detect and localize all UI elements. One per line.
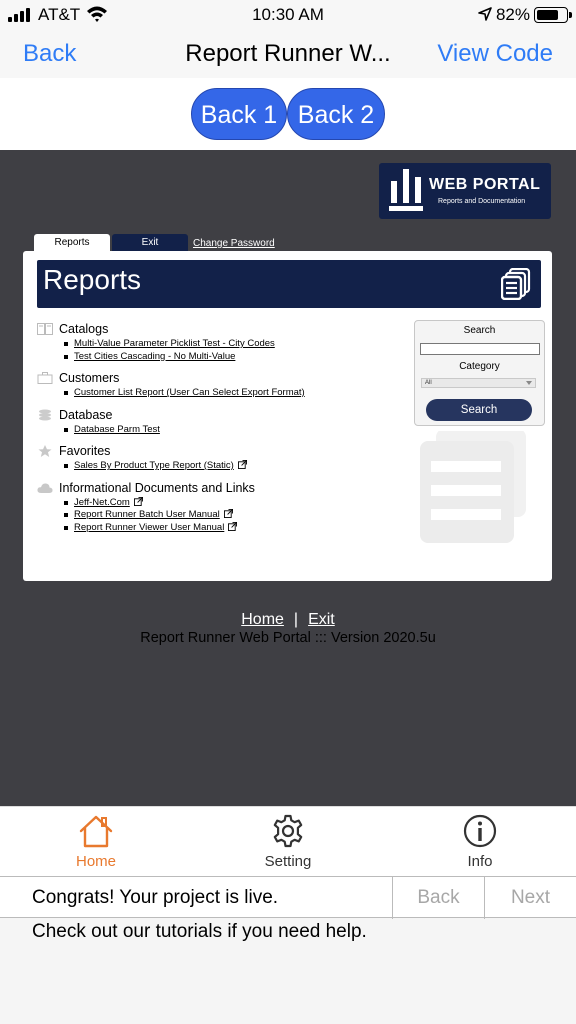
category-customers: Customers Customer List Report (User Can … bbox=[37, 370, 417, 400]
change-password-link[interactable]: Change Password bbox=[193, 238, 275, 249]
search-button[interactable]: Search bbox=[426, 399, 532, 421]
tutorial-banner: Congrats! Your project is live. Back Nex… bbox=[0, 876, 576, 1024]
tab-info[interactable]: Info bbox=[420, 813, 540, 875]
chevron-down-icon bbox=[526, 381, 532, 385]
tutorial-message: Congrats! Your project is live. bbox=[32, 887, 279, 908]
search-label: Search bbox=[463, 325, 496, 336]
report-link[interactable]: Report Runner Viewer User Manual bbox=[63, 521, 417, 535]
report-link-label: Jeff-Net.Com bbox=[74, 496, 130, 508]
reports-heading: Reports bbox=[43, 264, 142, 295]
tutorial-back-button[interactable]: Back bbox=[392, 877, 484, 919]
search-box: Search Category All Search bbox=[414, 320, 545, 426]
bar-chart-logo-icon bbox=[389, 169, 423, 211]
nav-back-button[interactable]: Back bbox=[23, 40, 76, 68]
location-arrow-icon bbox=[478, 7, 492, 21]
documents-stack-icon bbox=[501, 268, 531, 300]
category-label: Category bbox=[459, 361, 500, 372]
cloud-icon bbox=[37, 481, 53, 493]
external-link-icon bbox=[223, 509, 233, 518]
report-link-label: Sales By Product Type Report (Static) bbox=[74, 460, 234, 471]
web-portal-view: WEB PORTAL Reports and Documentation Rep… bbox=[0, 150, 576, 806]
report-list: Jeff-Net.Com Report Runner Batch User Man… bbox=[37, 496, 417, 535]
category-name: Customers bbox=[59, 371, 120, 385]
gear-icon bbox=[273, 814, 303, 848]
navigation-bar: Back Report Runner W... View Code bbox=[0, 30, 576, 78]
tab-home[interactable]: Home bbox=[36, 813, 156, 875]
view-code-button[interactable]: View Code bbox=[437, 40, 553, 68]
nav-title: Report Runner W... bbox=[185, 40, 391, 67]
back-buttons-row: Back 1 Back 2 bbox=[0, 78, 576, 150]
external-link-icon bbox=[133, 496, 143, 506]
star-icon bbox=[37, 444, 53, 457]
tab-home-label: Home bbox=[75, 853, 116, 870]
tab-info-label: Info bbox=[467, 853, 493, 870]
version-text: Report Runner Web Portal ::: Version 202… bbox=[140, 630, 436, 646]
briefcase-icon bbox=[37, 371, 53, 384]
report-link[interactable]: Database Parm Test bbox=[63, 424, 417, 437]
category-database: Database Database Parm Test bbox=[37, 407, 417, 437]
category-selected-value: All bbox=[425, 380, 432, 386]
report-list: Database Parm Test bbox=[37, 424, 417, 437]
battery-icon bbox=[534, 7, 572, 23]
tutorial-row: Congrats! Your project is live. Back Nex… bbox=[0, 876, 576, 919]
reports-panel: Reports Catalogs Multi-Value Parameter Pi… bbox=[23, 251, 552, 581]
tab-exit[interactable]: Exit bbox=[112, 234, 188, 252]
logo-subtitle: Reports and Documentation bbox=[438, 198, 526, 205]
tutorial-help-text: Check out our tutorials if you need help… bbox=[32, 921, 367, 942]
tab-setting-label: Setting bbox=[264, 853, 312, 870]
tab-setting[interactable]: Setting bbox=[228, 813, 348, 875]
tutorial-next-button[interactable]: Next bbox=[484, 877, 576, 919]
search-input[interactable] bbox=[420, 343, 540, 355]
book-icon bbox=[37, 322, 53, 335]
portal-footer-links: Home | Exit bbox=[0, 611, 576, 629]
report-list: Multi-Value Parameter Picklist Test - Ci… bbox=[37, 338, 417, 363]
category-select[interactable]: All bbox=[421, 378, 536, 388]
web-portal-logo: WEB PORTAL Reports and Documentation bbox=[379, 163, 551, 219]
status-bar: AT&T 10:30 AM 82% bbox=[0, 0, 576, 30]
report-link[interactable]: Test Cities Cascading - No Multi-Value bbox=[63, 351, 417, 364]
database-icon bbox=[37, 408, 53, 420]
battery-percent: 82% bbox=[495, 5, 530, 24]
home-link[interactable]: Home bbox=[241, 611, 284, 628]
category-name: Favorites bbox=[59, 444, 111, 458]
category-informational-documents-and-links: Informational Documents and Links Jeff-Ne… bbox=[37, 480, 417, 535]
category-favorites: Favorites Sales By Product Type Report (S… bbox=[37, 443, 417, 473]
link-separator: | bbox=[293, 611, 299, 628]
report-categories: Catalogs Multi-Value Parameter Picklist T… bbox=[37, 321, 417, 541]
house-icon bbox=[79, 815, 113, 848]
report-link[interactable]: Sales By Product Type Report (Static) bbox=[63, 460, 417, 473]
category-name: Database bbox=[59, 407, 113, 422]
tab-reports[interactable]: Reports bbox=[34, 234, 110, 252]
app-screen: AT&T 10:30 AM 82% Back Report Runner W..… bbox=[0, 0, 576, 1024]
back-2-button[interactable]: Back 2 bbox=[287, 88, 385, 140]
report-link[interactable]: Customer List Report (User Can Select Ex… bbox=[63, 387, 417, 400]
report-link-label: Test Cities Cascading - No Multi-Value bbox=[74, 350, 236, 362]
info-icon bbox=[463, 814, 497, 848]
report-link-label: Customer List Report (User Can Select Ex… bbox=[74, 387, 305, 398]
external-link-icon bbox=[237, 460, 247, 469]
category-catalogs: Catalogs Multi-Value Parameter Picklist T… bbox=[37, 321, 417, 363]
category-name: Catalogs bbox=[59, 322, 109, 336]
logo-title: WEB PORTAL bbox=[429, 176, 541, 193]
report-list: Customer List Report (User Can Select Ex… bbox=[37, 387, 417, 400]
external-link-icon bbox=[228, 521, 238, 531]
report-link-label: Report Runner Batch User Manual bbox=[74, 509, 220, 520]
report-list: Sales By Product Type Report (Static) bbox=[37, 460, 417, 473]
bottom-tab-bar: Home Setting Info bbox=[0, 806, 576, 876]
report-link[interactable]: Multi-Value Parameter Picklist Test - Ci… bbox=[63, 338, 417, 351]
back-1-button[interactable]: Back 1 bbox=[191, 88, 287, 140]
report-link-label: Database Parm Test bbox=[74, 423, 160, 435]
report-link[interactable]: Report Runner Batch User Manual bbox=[63, 509, 417, 522]
report-link-label: Report Runner Viewer User Manual bbox=[74, 521, 225, 533]
exit-link[interactable]: Exit bbox=[308, 611, 335, 628]
report-link-label: Multi-Value Parameter Picklist Test - Ci… bbox=[74, 338, 275, 349]
category-name: Informational Documents and Links bbox=[59, 480, 255, 495]
report-link[interactable]: Jeff-Net.Com bbox=[63, 496, 417, 510]
reports-banner: Reports bbox=[37, 260, 541, 308]
watermark-document-icon bbox=[420, 431, 526, 543]
